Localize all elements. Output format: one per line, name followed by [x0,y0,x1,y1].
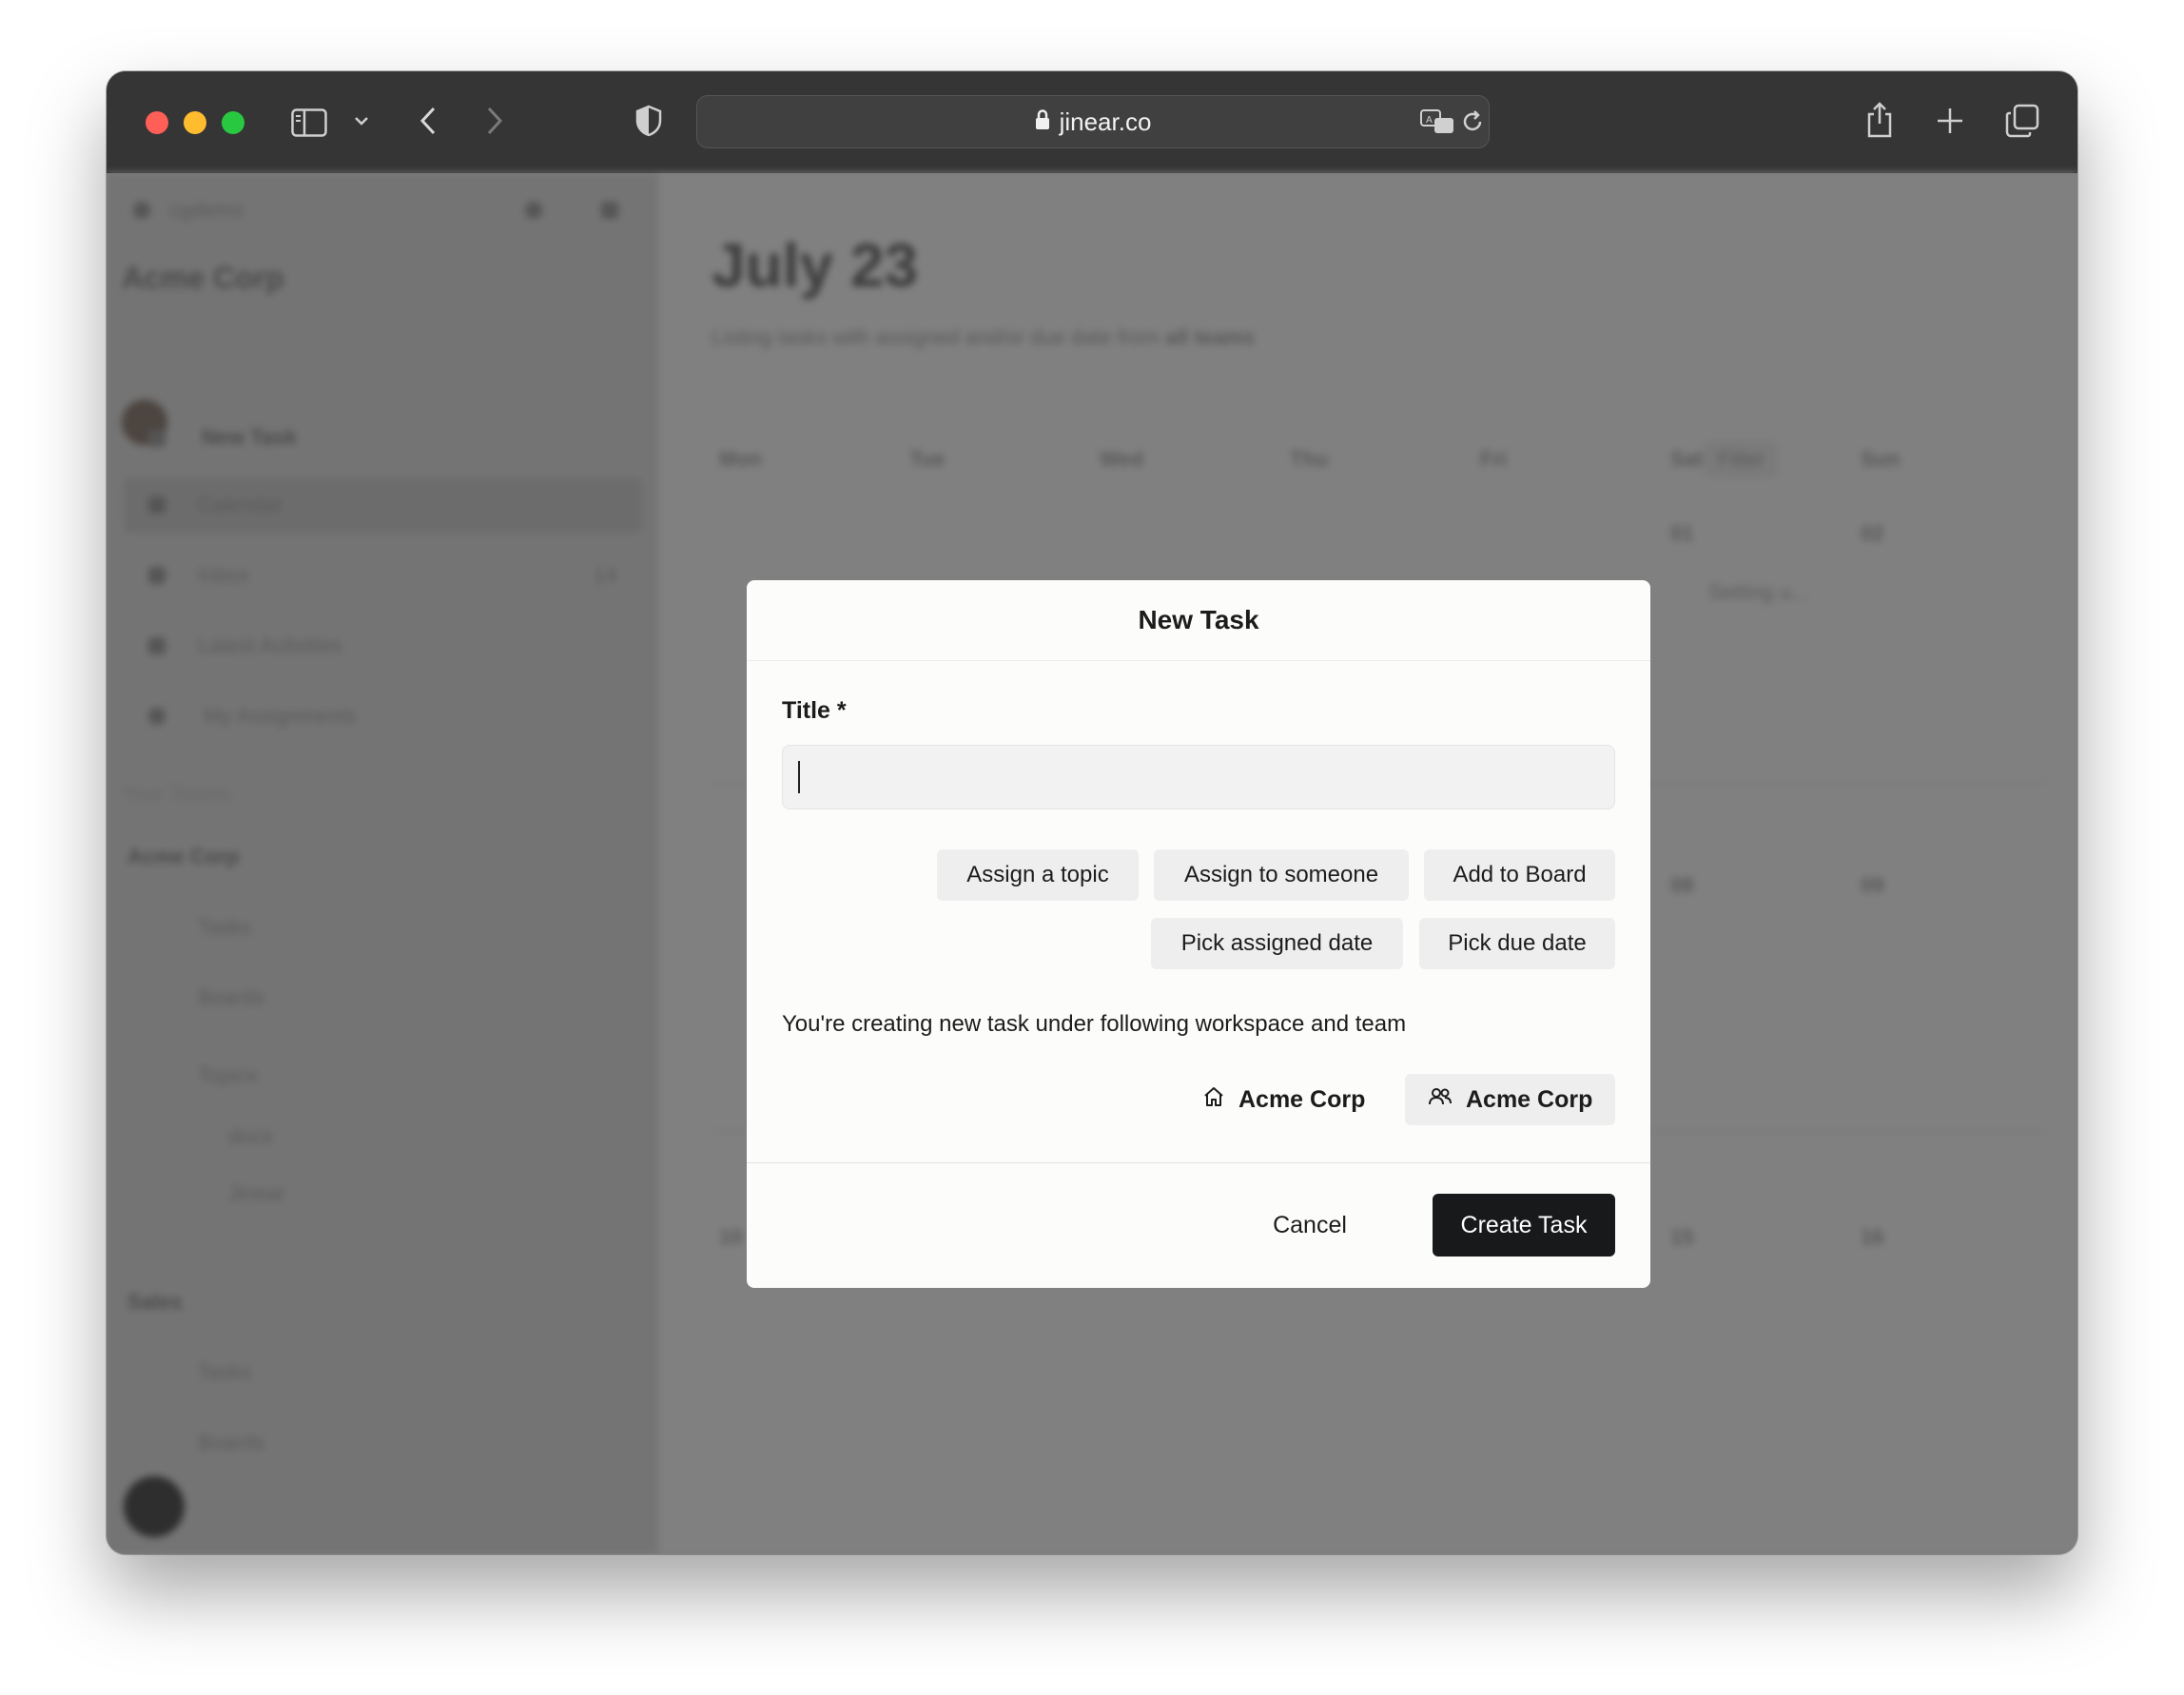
profile-avatar[interactable] [124,1476,185,1537]
browser-window: jinear.co A cgdemo Acme Corp New Task Ca… [107,71,2077,1554]
add-to-board-button[interactable]: Add to Board [1424,849,1615,901]
day-09[interactable]: 09 [1861,873,1883,898]
assign-someone-button[interactable]: Assign to someone [1154,849,1409,901]
day-16[interactable]: 16 [1861,1225,1883,1250]
filter-button[interactable]: Filter [1705,441,1778,477]
workspace-name: Acme Corp [122,261,284,295]
day-01[interactable]: 01 [1670,521,1693,546]
user-icon [133,202,150,219]
sidebar-item-new-task[interactable]: New Task [202,425,297,450]
team-sales-boards[interactable]: Boards [198,1431,264,1455]
sidebar-item-my-assignments[interactable]: My Assignments [204,704,356,729]
moon-icon[interactable] [525,202,542,219]
lock-icon [1035,107,1050,137]
teams-header: Your Teams [122,782,231,806]
pick-assigned-date-button[interactable]: Pick assigned date [1151,918,1403,969]
calendar-subtitle: Listing tasks with assigned and/or due d… [712,325,1256,349]
calendar-icon [148,497,166,514]
weekday-sun: Sun [1861,447,1901,471]
modal-footer-divider [747,1162,1650,1163]
sidebar-item-calendar[interactable]: Calendar [198,493,283,517]
team-name-sales[interactable]: Sales [127,1290,183,1315]
url-text: jinear.co [1059,107,1152,136]
title-label: Title * [782,697,847,724]
topic-jinear[interactable]: Jinear [228,1181,285,1206]
cancel-button[interactable]: Cancel [1243,1194,1376,1257]
weekday-sat: Sat [1670,447,1704,471]
forward-icon[interactable] [478,104,512,138]
share-icon[interactable] [1862,98,1897,142]
sidebar-item-inbox[interactable]: Inbox [198,563,249,588]
team-sales-tasks[interactable]: Tasks [198,1360,251,1385]
weekday-wed: Wed [1100,447,1144,471]
new-tab-icon[interactable] [1933,104,1967,138]
sidebar: cgdemo Acme Corp New Task Calendar Inbox… [107,173,658,1554]
svg-text:A: A [1426,115,1433,126]
assign-topic-button[interactable]: Assign a topic [937,849,1139,901]
weekday-thu: Thu [1290,447,1329,471]
team-name: Acme Corp [1466,1085,1593,1113]
inbox-count-badge: 14 [594,563,617,587]
weekday-mon: Mon [719,447,763,471]
browser-toolbar: jinear.co A [107,71,2077,173]
chevron-down-icon[interactable] [350,109,373,132]
day-02[interactable]: 02 [1861,521,1883,546]
back-icon[interactable] [411,104,445,138]
reload-icon[interactable] [1458,107,1487,136]
modal-title: New Task [747,580,1650,661]
team-selector[interactable]: Acme Corp [1405,1074,1615,1125]
zoom-window-button[interactable] [222,111,244,134]
plus-icon [148,430,166,447]
address-bar[interactable]: jinear.co A [696,95,1490,148]
team-acme-boards[interactable]: Boards [198,985,264,1010]
weekday-fri: Fri [1480,447,1508,471]
pick-due-date-button[interactable]: Pick due date [1419,918,1615,969]
username: cgdemo [169,198,244,222]
close-window-button[interactable] [146,111,168,134]
text-caret [798,761,800,793]
shield-icon[interactable] [632,103,666,139]
sidebar-item-latest-activities[interactable]: Latest Activities [198,633,342,658]
home-icon [1202,1085,1225,1115]
assignments-icon [148,708,166,725]
logout-icon[interactable] [601,202,618,219]
team-acme-tasks[interactable]: Tasks [198,915,251,940]
activity-icon [148,637,166,654]
inbox-icon [148,567,166,584]
workspace-name: Acme Corp [1238,1085,1366,1113]
sidebar-toggle-icon[interactable] [290,104,328,142]
team-icon [1428,1086,1453,1114]
team-name-acme[interactable]: Acme Corp [127,845,239,869]
calendar-event[interactable]: Setting u... [1708,580,1808,605]
tab-overview-icon[interactable] [2003,102,2041,140]
weekday-tue: Tue [909,447,946,471]
day-10[interactable]: 10 [719,1225,742,1250]
workspace-selector[interactable]: Acme Corp [1180,1074,1394,1125]
translate-icon[interactable]: A [1418,106,1456,138]
day-08[interactable]: 08 [1670,873,1693,898]
calendar-title: July 23 [712,231,919,300]
workspace-team-info: You're creating new task under following… [782,1011,1407,1037]
topic-docs[interactable]: docs [228,1124,272,1149]
day-15[interactable]: 15 [1670,1225,1693,1250]
minimize-window-button[interactable] [184,111,206,134]
title-input[interactable] [782,745,1615,809]
create-task-button[interactable]: Create Task [1433,1194,1615,1257]
team-acme-topics[interactable]: Topics [198,1063,257,1088]
new-task-modal: New Task Title * Assign a topic Assign t… [747,580,1650,1288]
